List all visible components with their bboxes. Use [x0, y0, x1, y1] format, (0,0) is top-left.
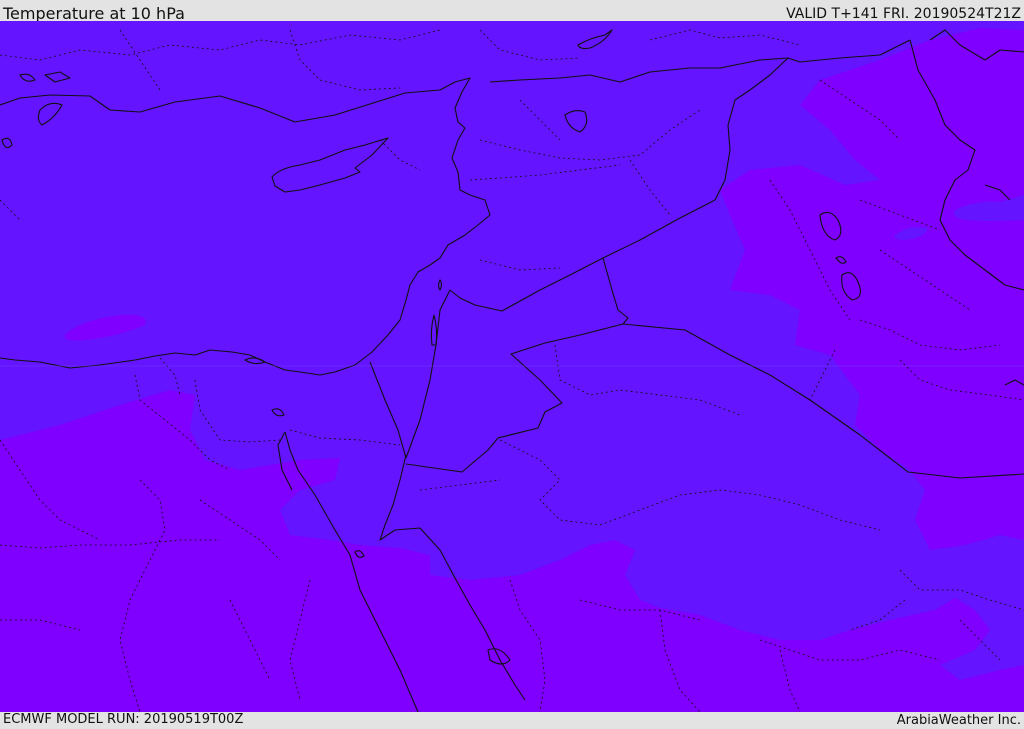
map-canvas[interactable]: [0, 21, 1024, 712]
model-run-label: ECMWF MODEL RUN: 20190519T00Z: [3, 712, 244, 727]
footer-bar: ECMWF MODEL RUN: 20190519T00Z ArabiaWeat…: [0, 712, 1024, 729]
header-bar: Temperature at 10 hPa VALID T+141 FRI. 2…: [0, 0, 1024, 23]
valid-time: VALID T+141 FRI. 20190524T21Z: [786, 6, 1021, 22]
credit-label: ArabiaWeather Inc.: [896, 713, 1021, 728]
